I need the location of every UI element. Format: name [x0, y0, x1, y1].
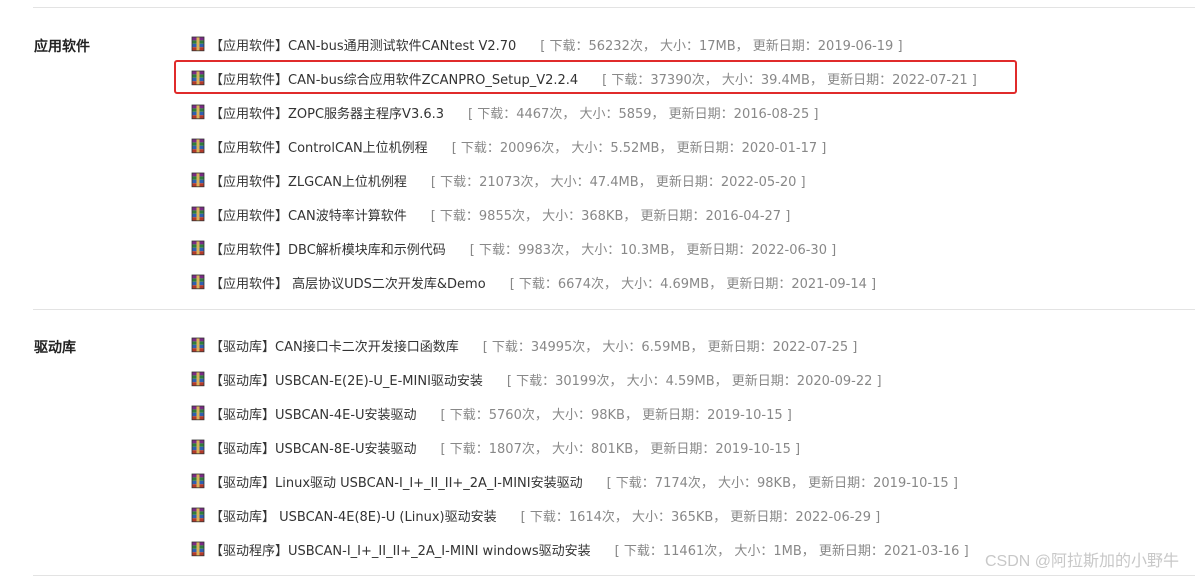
rar-archive-icon	[190, 240, 206, 256]
download-row: 【应用软件】 高层协议UDS二次开发库&Demo [ 下载：6674次， 大小：4…	[190, 272, 876, 292]
download-link[interactable]: 【驱动程序】USBCAN-I_I+_II_II+_2A_I-MINI windo…	[210, 540, 591, 559]
download-meta: [ 下载：4467次， 大小：5859， 更新日期：2016-08-25 ]	[468, 106, 819, 122]
download-meta: [ 下载：5760次， 大小：98KB， 更新日期：2019-10-15 ]	[440, 407, 792, 423]
download-row: 【应用软件】DBC解析模块库和示例代码 [ 下载：9983次， 大小：10.3MB…	[190, 238, 836, 258]
download-row: 【应用软件】ControlCAN上位机例程 [ 下载：20096次， 大小：5.5…	[190, 136, 826, 156]
download-row: 【驱动库】 USBCAN-4E(8E)-U (Linux)驱动安装 [ 下载：16…	[190, 505, 880, 525]
download-meta: [ 下载：34995次， 大小：6.59MB， 更新日期：2022-07-25 …	[482, 339, 858, 355]
section-title: 驱动库	[34, 340, 76, 356]
rar-archive-icon	[190, 337, 206, 353]
rar-archive-icon	[190, 507, 206, 523]
download-row: 【驱动库】CAN接口卡二次开发接口函数库 [ 下载：34995次， 大小：6.59…	[190, 335, 857, 355]
download-row: 【应用软件】ZOPC服务器主程序V3.6.3 [ 下载：4467次， 大小：585…	[190, 102, 818, 122]
download-link[interactable]: 【应用软件】DBC解析模块库和示例代码	[210, 239, 446, 258]
download-meta: [ 下载：30199次， 大小：4.59MB， 更新日期：2020-09-22 …	[506, 373, 882, 389]
download-meta: [ 下载：9855次， 大小：368KB， 更新日期：2016-04-27 ]	[430, 208, 791, 224]
download-row: 【驱动库】USBCAN-8E-U安装驱动 [ 下载：1807次， 大小：801KB…	[190, 437, 800, 457]
rar-archive-icon	[190, 274, 206, 290]
divider-top	[33, 7, 1195, 8]
download-row: 【驱动库】USBCAN-4E-U安装驱动 [ 下载：5760次， 大小：98KB，…	[190, 403, 792, 423]
download-meta: [ 下载：20096次， 大小：5.52MB， 更新日期：2020-01-17 …	[451, 140, 827, 156]
download-link[interactable]: 【驱动库】USBCAN-E(2E)-U_E-MINI驱动安装	[210, 370, 483, 389]
download-meta: [ 下载：1614次， 大小：365KB， 更新日期：2022-06-29 ]	[520, 509, 881, 525]
rar-archive-icon	[190, 473, 206, 489]
rar-archive-icon	[190, 36, 206, 52]
download-meta: [ 下载：56232次， 大小：17MB， 更新日期：2019-06-19 ]	[540, 38, 903, 54]
rar-archive-icon	[190, 371, 206, 387]
watermark: CSDN @阿拉斯加的小野牛	[984, 553, 1179, 570]
download-row: 【应用软件】CAN-bus综合应用软件ZCANPRO_Setup_V2.2.4 […	[190, 68, 977, 88]
rar-archive-icon	[190, 172, 206, 188]
divider-mid	[33, 309, 1195, 310]
download-link[interactable]: 【应用软件】ZLGCAN上位机例程	[210, 171, 407, 190]
download-link[interactable]: 【驱动库】 USBCAN-4E(8E)-U (Linux)驱动安装	[210, 506, 497, 525]
rar-archive-icon	[190, 439, 206, 455]
download-link[interactable]: 【驱动库】Linux驱动 USBCAN-I_I+_II_II+_2A_I-MIN…	[210, 472, 583, 491]
download-row: 【驱动库】USBCAN-E(2E)-U_E-MINI驱动安装 [ 下载：30199…	[190, 369, 882, 389]
download-link[interactable]: 【应用软件】CAN-bus综合应用软件ZCANPRO_Setup_V2.2.4	[210, 69, 578, 88]
rar-archive-icon	[190, 70, 206, 86]
section-title: 应用软件	[34, 39, 90, 55]
divider-bottom	[33, 575, 1195, 576]
download-link[interactable]: 【驱动库】CAN接口卡二次开发接口函数库	[210, 336, 459, 355]
rar-archive-icon	[190, 104, 206, 120]
download-meta: [ 下载：37390次， 大小：39.4MB， 更新日期：2022-07-21 …	[602, 72, 977, 88]
download-row: 【驱动程序】USBCAN-I_I+_II_II+_2A_I-MINI windo…	[190, 539, 969, 559]
download-link[interactable]: 【驱动库】USBCAN-4E-U安装驱动	[210, 404, 417, 423]
download-link[interactable]: 【应用软件】ZOPC服务器主程序V3.6.3	[210, 103, 444, 122]
download-row: 【应用软件】CAN波特率计算软件 [ 下载：9855次， 大小：368KB， 更新…	[190, 204, 790, 224]
rar-archive-icon	[190, 206, 206, 222]
download-meta: [ 下载：6674次， 大小：4.69MB， 更新日期：2021-09-14 ]	[509, 276, 877, 292]
rar-archive-icon	[190, 541, 206, 557]
download-link[interactable]: 【驱动库】USBCAN-8E-U安装驱动	[210, 438, 417, 457]
download-meta: [ 下载：7174次， 大小：98KB， 更新日期：2019-10-15 ]	[606, 475, 958, 491]
rar-archive-icon	[190, 138, 206, 154]
download-meta: [ 下载：11461次， 大小：1MB， 更新日期：2021-03-16 ]	[614, 543, 969, 559]
download-row: 【驱动库】Linux驱动 USBCAN-I_I+_II_II+_2A_I-MIN…	[190, 471, 958, 491]
download-meta: [ 下载：21073次， 大小：47.4MB， 更新日期：2022-05-20 …	[430, 174, 806, 190]
download-row: 【应用软件】CAN-bus通用测试软件CANtest V2.70 [ 下载：562…	[190, 34, 903, 54]
download-link[interactable]: 【应用软件】 高层协议UDS二次开发库&Demo	[210, 273, 486, 292]
download-link[interactable]: 【应用软件】CAN波特率计算软件	[210, 205, 407, 224]
rar-archive-icon	[190, 405, 206, 421]
download-link[interactable]: 【应用软件】CAN-bus通用测试软件CANtest V2.70	[210, 35, 516, 54]
download-meta: [ 下载：1807次， 大小：801KB， 更新日期：2019-10-15 ]	[440, 441, 801, 457]
download-link[interactable]: 【应用软件】ControlCAN上位机例程	[210, 137, 428, 156]
download-meta: [ 下载：9983次， 大小：10.3MB， 更新日期：2022-06-30 ]	[469, 242, 837, 258]
download-row: 【应用软件】ZLGCAN上位机例程 [ 下载：21073次， 大小：47.4MB，…	[190, 170, 806, 190]
